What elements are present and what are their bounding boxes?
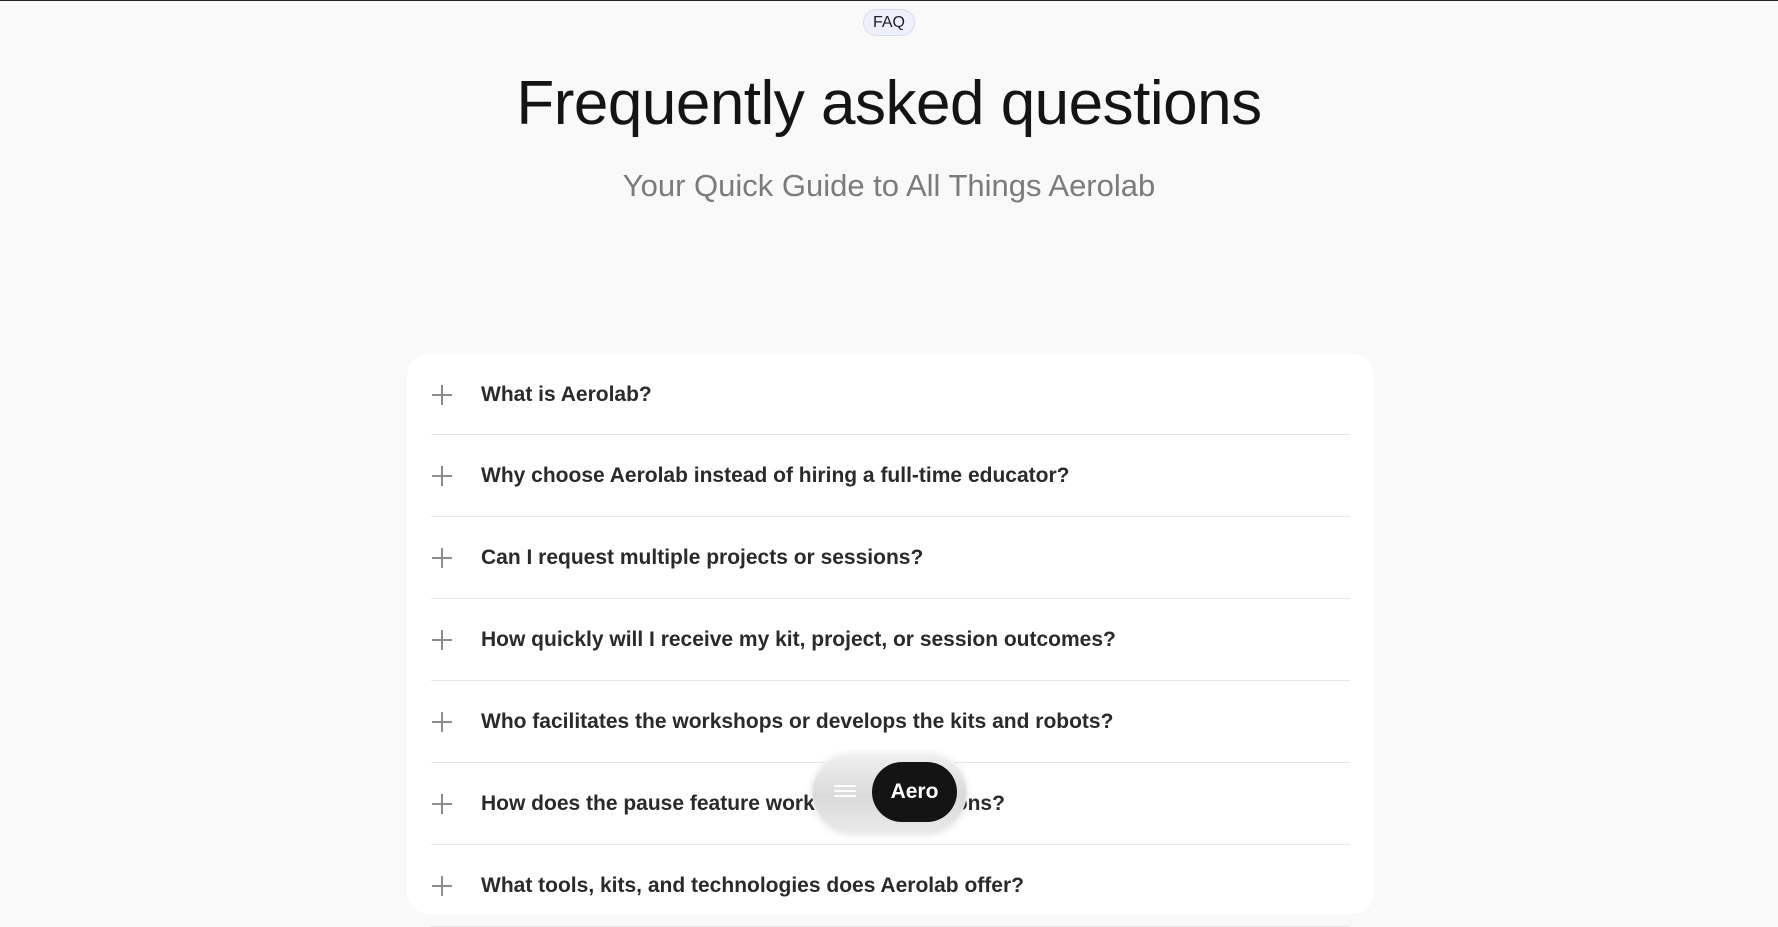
faq-question: What is Aerolab?: [481, 383, 652, 406]
faq-item-what-is-aerolab[interactable]: What is Aerolab?: [431, 354, 1350, 435]
faq-item-multiple-projects[interactable]: Can I request multiple projects or sessi…: [431, 517, 1350, 599]
faq-item-delivery-time[interactable]: How quickly will I receive my kit, proje…: [431, 599, 1350, 681]
page-subtitle: Your Quick Guide to All Things Aerolab: [622, 168, 1156, 203]
plus-icon: [432, 385, 452, 405]
faq-question: Why choose Aerolab instead of hiring a f…: [481, 464, 1070, 487]
plus-icon: [432, 630, 452, 650]
plus-icon: [432, 794, 452, 814]
top-border: [0, 0, 1778, 1]
faq-question: What tools, kits, and technologies does …: [481, 874, 1024, 897]
page-title: Frequently asked questions: [516, 69, 1262, 138]
plus-icon: [432, 466, 452, 486]
faq-badge: FAQ: [863, 9, 915, 36]
hamburger-menu-icon[interactable]: [834, 783, 856, 801]
faq-question: Who facilitates the workshops or develop…: [481, 710, 1114, 733]
faq-item-facilitators[interactable]: Who facilitates the workshops or develop…: [431, 681, 1350, 763]
plus-icon: [432, 548, 452, 568]
faq-question: How quickly will I receive my kit, proje…: [481, 628, 1116, 651]
faq-list: What is Aerolab? Why choose Aerolab inst…: [431, 354, 1350, 927]
plus-icon: [432, 876, 452, 896]
faq-item-why-choose[interactable]: Why choose Aerolab instead of hiring a f…: [431, 435, 1350, 517]
aero-brand-button[interactable]: Aero: [872, 762, 957, 822]
faq-item-tools-kits[interactable]: What tools, kits, and technologies does …: [431, 845, 1350, 927]
plus-icon: [432, 712, 452, 732]
faq-question: Can I request multiple projects or sessi…: [481, 546, 924, 569]
floating-nav-pill: Aero: [812, 752, 967, 832]
